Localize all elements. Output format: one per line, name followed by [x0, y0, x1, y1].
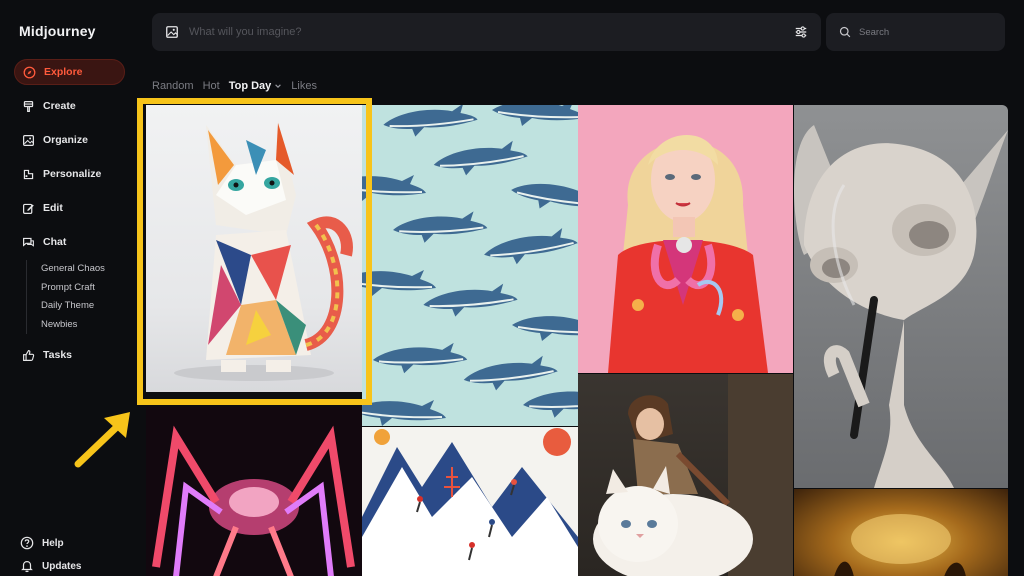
search-placeholder: Search [859, 26, 890, 38]
updates-link[interactable]: Updates [20, 559, 81, 573]
chat-room-newbies[interactable]: Newbies [41, 316, 105, 335]
sidebar-item-edit[interactable]: Edit [14, 195, 125, 221]
tab-random[interactable]: Random [152, 80, 194, 92]
palette-icon [23, 169, 34, 179]
search-input[interactable]: Search [826, 13, 1005, 51]
arrow-pointer-icon [74, 412, 130, 468]
sidebar-item-label: Edit [43, 202, 63, 214]
image-blonde-portrait[interactable] [578, 105, 793, 373]
highlight-box [137, 98, 372, 405]
tab-hot[interactable]: Hot [203, 80, 220, 92]
sidebar-item-label: Organize [43, 134, 88, 146]
chevron-down-icon [275, 84, 282, 88]
edit-icon [23, 203, 34, 214]
explore-tabs: Random Hot Top Day Likes [152, 80, 317, 92]
sidebar-item-explore[interactable]: Explore [14, 59, 125, 85]
sidebar: Midjourney Explore Create Organize Perso… [0, 0, 140, 576]
chat-room-list: General Chaos Prompt Craft Daily Theme N… [26, 260, 105, 334]
image-upload-icon[interactable] [165, 25, 179, 39]
prompt-bar[interactable]: What will you imagine? [152, 13, 821, 51]
settings-sliders-icon[interactable] [794, 25, 808, 39]
alien-creature-artwork [794, 125, 1008, 488]
sidebar-item-label: Chat [43, 236, 67, 248]
golden-smoke-artwork [834, 514, 966, 576]
chat-icon [23, 237, 34, 247]
image-alien-creature[interactable] [794, 105, 1008, 488]
brush-icon [23, 100, 34, 112]
help-link[interactable]: Help [20, 536, 64, 550]
image-girl-on-cat[interactable] [578, 374, 793, 576]
chat-room-daily-theme[interactable]: Daily Theme [41, 297, 105, 316]
app-logo[interactable]: Midjourney [19, 23, 96, 39]
dolphin-pattern-artwork [362, 105, 578, 426]
blonde-portrait-artwork [608, 135, 768, 373]
image-dolphin-pattern[interactable] [362, 105, 578, 426]
search-icon [839, 26, 851, 38]
girl-on-cat-artwork [593, 374, 793, 576]
chat-room-prompt-craft[interactable]: Prompt Craft [41, 279, 105, 298]
sidebar-item-label: Personalize [43, 168, 102, 180]
prompt-input[interactable]: What will you imagine? [189, 26, 794, 38]
compass-icon [23, 66, 36, 78]
sidebar-item-label: Explore [44, 66, 83, 78]
help-label: Help [42, 537, 64, 549]
thumbs-up-icon [23, 349, 35, 361]
crystal-spider-artwork [146, 407, 362, 576]
sidebar-item-label: Tasks [43, 349, 72, 361]
tab-top-day[interactable]: Top Day [229, 80, 283, 92]
image-ski-illustration[interactable] [362, 427, 578, 576]
ski-illustration-artwork [362, 427, 578, 576]
tab-likes[interactable]: Likes [291, 80, 317, 92]
sidebar-item-personalize[interactable]: Personalize [14, 161, 125, 187]
sidebar-item-tasks[interactable]: Tasks [14, 342, 125, 368]
updates-label: Updates [42, 560, 82, 572]
image-golden-smoke[interactable] [794, 489, 1008, 576]
chat-room-general-chaos[interactable]: General Chaos [41, 260, 105, 279]
sidebar-item-organize[interactable]: Organize [14, 127, 125, 153]
help-icon [20, 536, 34, 550]
sidebar-item-label: Create [43, 100, 76, 112]
image-icon [23, 134, 34, 146]
sidebar-item-chat[interactable]: Chat [14, 229, 125, 255]
image-crystal-spider[interactable] [146, 407, 362, 576]
tab-top-day-label: Top Day [228, 80, 272, 92]
sidebar-item-create[interactable]: Create [14, 93, 125, 119]
bell-icon [21, 561, 33, 573]
